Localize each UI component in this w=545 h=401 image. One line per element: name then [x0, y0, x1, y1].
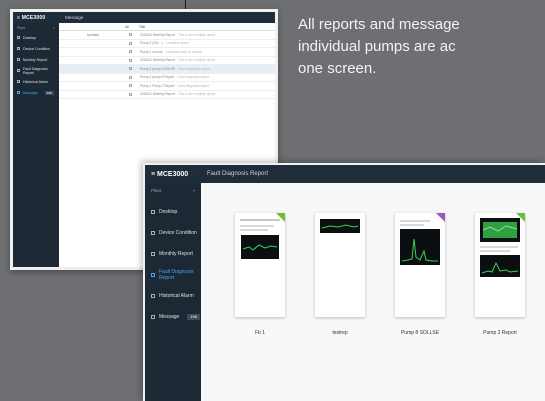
sidebar-header: Plant «	[13, 23, 59, 32]
report-tag-purple	[436, 213, 445, 222]
diagnosis-icon	[17, 69, 20, 72]
sidebar-item-device-condition[interactable]: Device Condition	[145, 222, 201, 243]
report-icon	[17, 58, 20, 61]
device-icon	[17, 47, 20, 50]
sidebar-item-fault-diagnosis[interactable]: Fault Diagnosis Report	[13, 65, 59, 76]
table-row[interactable]: 2018/01 Monthly Report This is the monthl…	[59, 91, 275, 99]
sidebar-item-device-condition[interactable]: Device Condition	[13, 43, 59, 54]
sidebar-item-monthly-report[interactable]: Monthly Report	[145, 243, 201, 264]
row-checkbox[interactable]	[129, 84, 132, 88]
table-row[interactable]: Pump 1 Pump 2 Report Fault diagnosis repo…	[59, 82, 275, 91]
plant-selector[interactable]: Plant	[17, 26, 25, 30]
sidebar-item-message[interactable]: Message 196	[13, 87, 59, 98]
top-bar: ≡ MCE3000 Message	[13, 12, 275, 23]
table-row[interactable]: Pump 1 normal Condition back to normal	[59, 48, 275, 57]
message-count-badge: 196	[187, 313, 200, 320]
report-thumbnail	[480, 255, 520, 277]
report-thumbnail	[241, 235, 279, 259]
sidebar: Plant « Desktop Device Condition Monthly…	[13, 23, 59, 267]
alarm-icon	[151, 293, 155, 298]
title-header: Title	[138, 24, 146, 29]
app-logo[interactable]: ≡ MCE3000	[145, 171, 201, 178]
message-icon	[151, 314, 155, 319]
report-icon	[151, 251, 155, 256]
report-card-label: Pump 2 Report	[483, 330, 517, 336]
message-count-badge: 196	[44, 90, 54, 95]
report-thumbnail	[320, 219, 360, 233]
row-checkbox[interactable]	[129, 33, 132, 37]
alarm-icon	[17, 80, 20, 83]
report-card[interactable]	[395, 213, 445, 317]
row-checkbox[interactable]	[129, 67, 132, 71]
thumbnail-title	[240, 219, 280, 221]
row-checkbox[interactable]	[129, 58, 132, 62]
sidebar-item-historical-alarm[interactable]: Historical Alarm	[145, 285, 201, 306]
table-header: All Title	[59, 23, 275, 31]
desktop-icon	[151, 209, 155, 214]
collapse-icon[interactable]: «	[53, 26, 55, 30]
collapse-icon[interactable]: «	[192, 188, 195, 196]
fault-diagnosis-window: ≡ MCE3000 Fault Diagnosis Report Plant «…	[143, 163, 545, 401]
caption-text: All reports and message individual pumps…	[298, 16, 460, 77]
report-card-label: Fb 1	[254, 330, 265, 336]
sidebar: Plant « Desktop Device Condition Monthly…	[145, 183, 201, 401]
row-checkbox[interactable]	[129, 50, 132, 54]
tab-fault-diagnosis[interactable]: Fault Diagnosis Report	[201, 171, 268, 177]
plant-selector[interactable]: Plant	[151, 188, 161, 196]
table-row[interactable]: Pump 2 (SN:...) Condition alarm	[59, 40, 275, 48]
report-grid: Fb 1 testrep Pump 8 SOLLSE Pump 2 Report	[201, 183, 545, 401]
row-checkbox[interactable]	[129, 75, 132, 79]
sidebar-item-message[interactable]: Message 196	[145, 306, 201, 327]
report-card[interactable]	[315, 213, 365, 317]
desktop-icon	[17, 36, 20, 39]
report-thumbnail	[400, 229, 440, 265]
select-all-header[interactable]: All	[125, 25, 129, 29]
device-icon	[151, 230, 155, 235]
report-card-label: testrep	[332, 330, 348, 336]
sidebar-item-desktop[interactable]: Desktop	[13, 32, 59, 43]
app-logo[interactable]: ≡ MCE3000	[13, 15, 59, 21]
table-row[interactable]: Pump 2 pump-5 Report Fault diagnosis repo…	[59, 74, 275, 82]
sidebar-item-monthly-report[interactable]: Monthly Report	[13, 54, 59, 65]
row-checkbox[interactable]	[129, 92, 132, 96]
row-checkbox[interactable]	[129, 41, 132, 45]
tab-message[interactable]: Message	[59, 15, 83, 20]
sidebar-header: Plant «	[145, 183, 201, 201]
sidebar-item-historical-alarm[interactable]: Historical Alarm	[13, 76, 59, 87]
report-card-label: Pump 8 SOLLSE	[400, 330, 440, 336]
message-icon	[17, 91, 20, 94]
report-card[interactable]	[475, 213, 525, 317]
table-row[interactable]: 2018/03 Monthly Report This is the monthl…	[59, 31, 275, 40]
top-bar: ≡ MCE3000 Fault Diagnosis Report	[145, 165, 545, 183]
sidebar-item-fault-diagnosis[interactable]: Fault Diagnosis Report	[145, 264, 201, 285]
report-card[interactable]	[235, 213, 285, 317]
diagnosis-icon	[151, 272, 155, 277]
table-row[interactable]: Pump 2 pump-5 SOLSE Fault diagnosis repor…	[59, 65, 275, 74]
sidebar-item-desktop[interactable]: Desktop	[145, 201, 201, 222]
report-thumbnail	[480, 218, 520, 242]
table-row[interactable]: 2018/02 Monthly Report This is the monthl…	[59, 57, 275, 65]
